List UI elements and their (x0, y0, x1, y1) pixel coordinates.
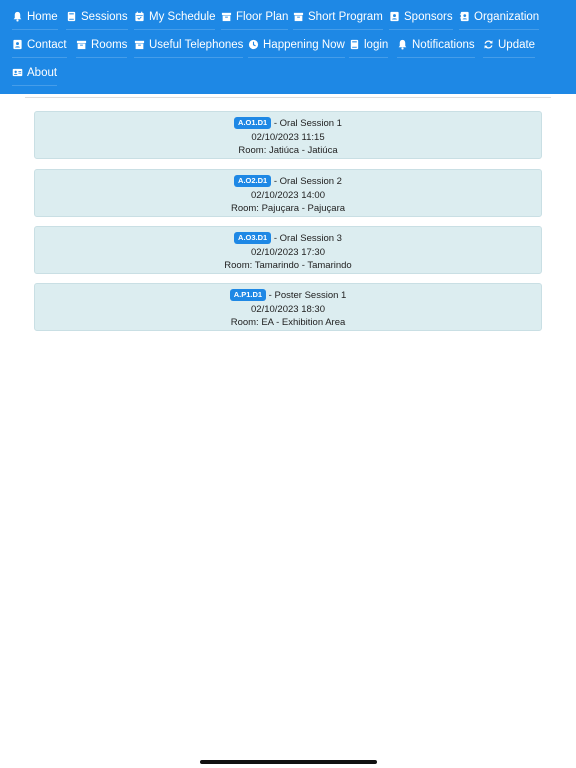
session-title: - Oral Session 2 (271, 176, 342, 187)
bell-icon (397, 39, 408, 50)
nav-item-about[interactable]: About (12, 60, 58, 86)
nav-item-label: Update (498, 38, 536, 51)
nav-item-sponsors[interactable]: Sponsors (389, 4, 453, 30)
session-title: - Oral Session 1 (271, 118, 342, 129)
session-title: - Poster Session 1 (266, 290, 347, 301)
nav-item-rooms[interactable]: Rooms (76, 32, 128, 58)
nav-item-useful-telephones[interactable]: Useful Telephones (134, 32, 244, 58)
session-title-line: A.O3.D1 - Oral Session 3 (35, 232, 541, 245)
refresh-icon (483, 39, 494, 50)
nav-item-label: Sponsors (404, 10, 453, 23)
nav-item-label: Notifications (412, 38, 475, 51)
archive-icon (221, 11, 232, 22)
session-title-line: A.P1.D1 - Poster Session 1 (35, 289, 541, 302)
session-datetime: 02/10/2023 14:00 (251, 190, 325, 201)
archive-icon (293, 11, 304, 22)
session-room: Room: Tamarindo - Tamarindo (224, 260, 352, 271)
top-navigation-bar: Home Sessions My Schedule Floor Plan Sho… (0, 0, 576, 94)
session-code-badge: A.P1.D1 (229, 289, 267, 301)
nav-item-short-program[interactable]: Short Program (293, 4, 383, 30)
nav-item-sessions[interactable]: Sessions (66, 4, 128, 30)
nav-item-label: Short Program (308, 10, 383, 23)
nav-item-label: Useful Telephones (149, 38, 244, 51)
contact-card-icon (12, 39, 23, 50)
session-card-3[interactable]: A.O3.D1 - Oral Session 3 02/10/2023 17:3… (34, 226, 542, 274)
nav-item-label: Sessions (81, 10, 128, 23)
session-code-badge: A.O1.D1 (234, 117, 272, 129)
session-card-4[interactable]: A.P1.D1 - Poster Session 1 02/10/2023 18… (34, 283, 542, 331)
calendar-icon (134, 11, 145, 22)
id-card-icon (12, 67, 23, 78)
nav-item-label: Floor Plan (236, 10, 289, 23)
session-card-1[interactable]: A.O1.D1 - Oral Session 1 02/10/2023 11:1… (34, 111, 542, 159)
nav-item-organization[interactable]: Organization (459, 4, 540, 30)
archive-icon (76, 39, 87, 50)
book-icon (66, 11, 77, 22)
nav-item-label: My Schedule (149, 10, 216, 23)
session-datetime: 02/10/2023 11:15 (251, 132, 325, 143)
book-icon (349, 39, 360, 50)
content-divider (25, 97, 551, 98)
session-card-2[interactable]: A.O2.D1 - Oral Session 2 02/10/2023 14:0… (34, 169, 542, 217)
session-code-badge: A.O2.D1 (234, 175, 272, 187)
nav-item-label: About (27, 66, 58, 79)
session-code-badge: A.O3.D1 (234, 232, 272, 244)
session-title: - Oral Session 3 (271, 233, 342, 244)
nav-item-label: Happening Now (263, 38, 345, 51)
session-room: Room: Pajuçara - Pajuçara (230, 203, 346, 214)
nav-item-update[interactable]: Update (483, 32, 536, 58)
bell-icon (12, 11, 23, 22)
nav-item-label: Rooms (91, 38, 128, 51)
session-title-line: A.O2.D1 - Oral Session 2 (35, 175, 541, 188)
nav-item-notifications[interactable]: Notifications (397, 32, 475, 58)
clock-icon (248, 39, 259, 50)
nav-item-my-schedule[interactable]: My Schedule (134, 4, 216, 30)
nav-item-happening-now[interactable]: Happening Now (248, 32, 345, 58)
home-indicator[interactable] (200, 760, 377, 764)
nav-item-label: Home (27, 10, 58, 23)
archive-icon (134, 39, 145, 50)
nav-item-label: Organization (474, 10, 540, 23)
nav-item-label: Contact (27, 38, 67, 51)
nav-item-floor-plan[interactable]: Floor Plan (221, 4, 289, 30)
address-book-icon (459, 11, 470, 22)
nav-item-login[interactable]: login (349, 32, 389, 58)
session-datetime: 02/10/2023 18:30 (251, 304, 325, 315)
session-title-line: A.O1.D1 - Oral Session 1 (35, 117, 541, 130)
nav-item-home[interactable]: Home (12, 4, 58, 30)
nav-item-label: login (364, 38, 389, 51)
session-datetime: 02/10/2023 17:30 (251, 247, 325, 258)
nav-item-contact[interactable]: Contact (12, 32, 67, 58)
session-room: Room: Jatiúca - Jatiúca (238, 145, 338, 156)
session-room: Room: EA - Exhibition Area (230, 317, 346, 328)
contact-card-icon (389, 11, 400, 22)
